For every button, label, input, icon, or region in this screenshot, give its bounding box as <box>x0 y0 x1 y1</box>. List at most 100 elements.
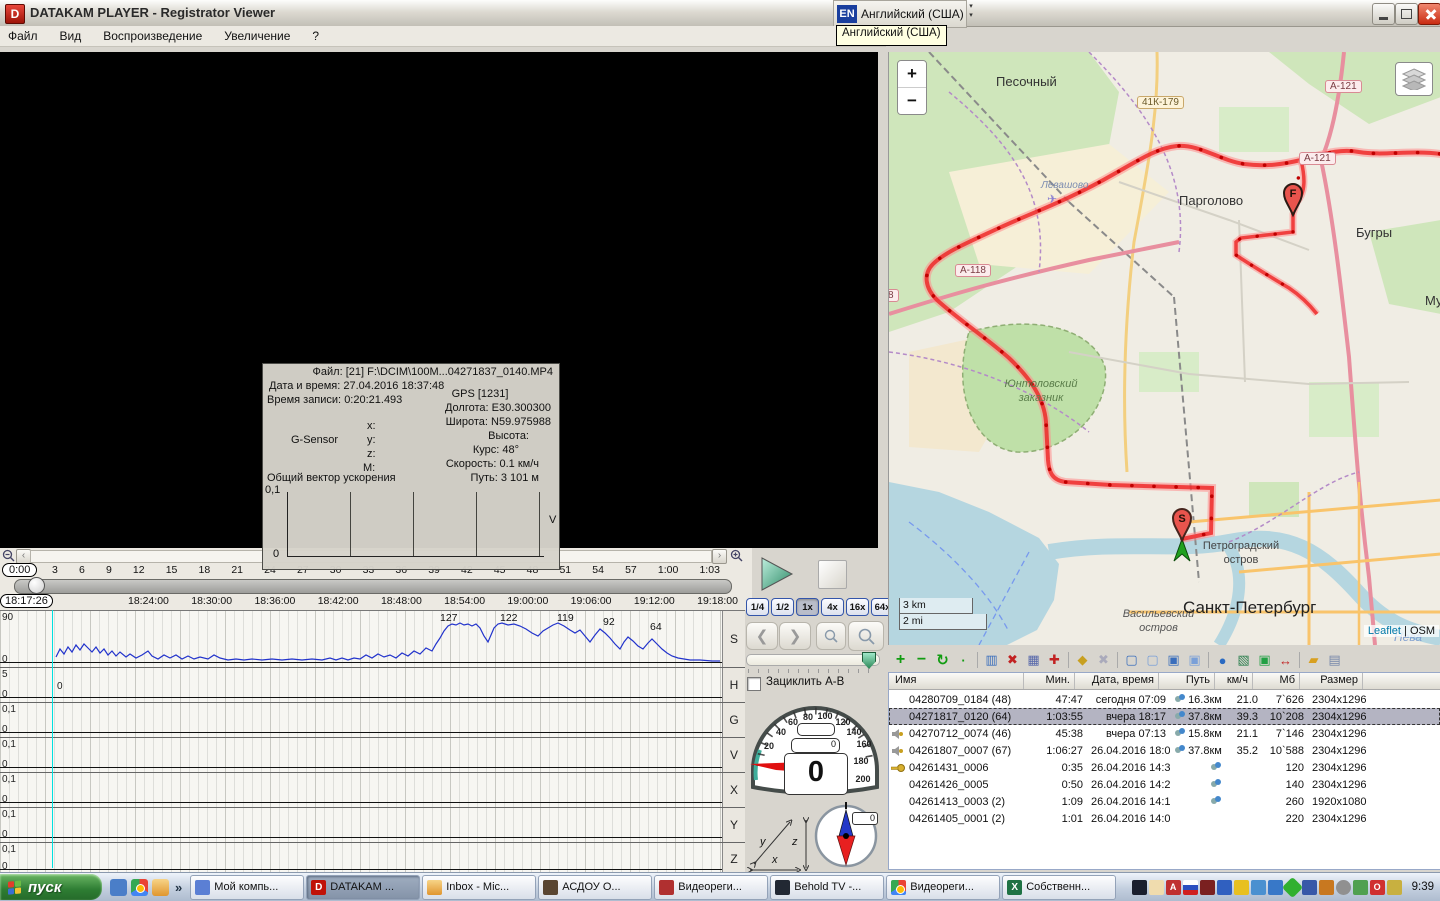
next-file-button[interactable]: ❯ <box>779 622 811 650</box>
add-file-button[interactable]: + <box>891 651 910 670</box>
timeline-scroll-right-button[interactable]: › <box>712 549 727 564</box>
map-zoom-out-button[interactable]: − <box>898 88 926 114</box>
speed-4x-button[interactable]: 4x <box>821 598 844 616</box>
repair-button[interactable]: ✚ <box>1045 651 1064 670</box>
table-row[interactable]: 04261807_0007 (67)1:06:2726.04.2016 18:0… <box>889 742 1440 759</box>
tray-window-icon[interactable] <box>1302 880 1317 895</box>
tray-mouse-icon[interactable] <box>1336 880 1351 895</box>
graph-row-y[interactable]: 0,1 0 Y <box>0 808 745 843</box>
language-code-badge[interactable]: EN <box>837 5 857 23</box>
tray-shield-icon[interactable] <box>1234 880 1249 895</box>
graph-row-x[interactable]: 0,1 0 X <box>0 773 745 808</box>
table-row[interactable]: 04261413_0003 (2)1:0926.04.2016 14:13 26… <box>889 793 1440 810</box>
task-asdou[interactable]: АСДОУ О... <box>538 875 652 900</box>
seek-handle[interactable] <box>28 577 45 594</box>
menu-view[interactable]: Вид <box>60 29 82 43</box>
speed-quarter-button[interactable]: 1/4 <box>746 598 769 616</box>
leaflet-link[interactable]: Leaflet <box>1368 625 1401 637</box>
graph-row-h[interactable]: 5 0 0 H <box>0 668 745 703</box>
remove-file-button[interactable]: − <box>912 651 931 670</box>
playhead-cursor[interactable] <box>52 610 53 868</box>
graph-row-speed[interactable]: 90 0 127 122 119 92 64 S <box>0 611 745 668</box>
layers-copy-button[interactable]: ▣ <box>1185 651 1204 670</box>
map-canvas[interactable]: S F <box>889 52 1440 645</box>
task-inbox[interactable]: Inbox - Mic... <box>422 875 536 900</box>
task-my-computer[interactable]: Мой компь... <box>190 875 304 900</box>
quicklaunch-outlook-icon[interactable] <box>152 879 169 896</box>
timeline-zoom-out-icon[interactable] <box>2 549 15 562</box>
tray-reminder-icon[interactable] <box>1149 880 1164 895</box>
more-button[interactable]: · <box>954 651 973 670</box>
map-panel[interactable]: S F Песочный Левашово ✈ Парголово Бугры … <box>888 52 1440 645</box>
selection-button[interactable]: ▢ <box>1143 651 1162 670</box>
table-row-selected[interactable]: 04271817_0120 (64)1:03:55вчера 18:17 37.… <box>889 708 1440 725</box>
map-layers-button[interactable] <box>1395 62 1433 96</box>
title-bar[interactable]: D DATAKAM PLAYER - Registrator Viewer <box>0 0 1440 27</box>
ab-range-slider[interactable] <box>746 654 880 666</box>
loop-ab-checkbox[interactable] <box>747 677 761 691</box>
tray-behold-icon[interactable] <box>1132 880 1147 895</box>
task-videoreg-1[interactable]: Видеореги... <box>654 875 768 900</box>
table-row[interactable]: 04261405_0001 (2)1:0126.04.2016 14:05220… <box>889 810 1440 827</box>
key-protect-button[interactable]: ◆ <box>1073 651 1092 670</box>
stop-button[interactable] <box>818 560 847 589</box>
graph-row-v[interactable]: 0,1 0 V <box>0 738 745 773</box>
col-kmh[interactable]: км/ч <box>1215 673 1253 689</box>
col-mb[interactable]: Мб <box>1253 673 1300 689</box>
folder-button[interactable]: ▰ <box>1304 651 1323 670</box>
tray-display-icon[interactable] <box>1251 880 1266 895</box>
map-zoom-in-button[interactable]: + <box>898 61 926 88</box>
track-chart-button[interactable]: ▧ <box>1234 651 1253 670</box>
seek-bar[interactable] <box>14 579 732 594</box>
graph-zoom-in-button[interactable] <box>848 621 884 651</box>
speed-16x-button[interactable]: 16x <box>846 598 869 616</box>
frame-add-button[interactable]: ▢ <box>1122 651 1141 670</box>
task-behold-tv[interactable]: Behold TV -... <box>770 875 884 900</box>
tray-tuner-icon[interactable] <box>1200 880 1215 895</box>
language-bar-options-icon[interactable]: ▾▾ <box>965 2 977 24</box>
timeline-scroll-left-button[interactable]: ‹ <box>16 549 31 564</box>
col-name[interactable]: Имя <box>889 673 1024 689</box>
image-export-button[interactable]: ▣ <box>1255 651 1274 670</box>
table-row[interactable]: 04261426_00050:5026.04.2016 14:27 140230… <box>889 776 1440 793</box>
play-button[interactable] <box>758 556 796 592</box>
tray-antivirus-icon[interactable] <box>1282 876 1303 897</box>
task-videoreg-2[interactable]: Видеореги... <box>886 875 1000 900</box>
speed-half-button[interactable]: 1/2 <box>771 598 794 616</box>
graph-row-g[interactable]: 0,1 0 G <box>0 703 745 738</box>
ab-slider-handle[interactable] <box>862 652 876 669</box>
tray-punto-icon[interactable]: A <box>1166 880 1181 895</box>
col-size[interactable]: Размер <box>1300 673 1363 689</box>
quicklaunch-overflow-chevron[interactable]: » <box>175 880 182 895</box>
copy-button[interactable]: ▥ <box>982 651 1001 670</box>
save-button[interactable]: ▦ <box>1024 651 1043 670</box>
start-button[interactable]: пуск <box>0 874 102 900</box>
tray-pen-icon[interactable] <box>1217 880 1232 895</box>
tray-wrench-icon[interactable] <box>1268 880 1283 895</box>
menu-playback[interactable]: Воспроизведение <box>103 29 202 43</box>
google-earth-button[interactable]: ● <box>1213 651 1232 670</box>
menu-zoom[interactable]: Увеличение <box>224 29 290 43</box>
table-row[interactable]: 04270712_0074 (46)45:38вчера 07:13 15.8к… <box>889 725 1440 742</box>
menu-help[interactable]: ? <box>312 29 319 43</box>
col-path[interactable]: Путь <box>1159 673 1215 689</box>
quicklaunch-chrome-icon[interactable] <box>131 879 148 896</box>
speed-1x-button[interactable]: 1x <box>796 598 819 616</box>
osm-link[interactable]: OSM <box>1410 625 1435 637</box>
report-button[interactable]: ▤ <box>1325 651 1344 670</box>
menu-file[interactable]: Файл <box>8 29 38 43</box>
refresh-button[interactable]: ↻ <box>933 651 952 670</box>
delete-button[interactable]: ✖ <box>1003 651 1022 670</box>
col-min[interactable]: Мин. <box>1024 673 1075 689</box>
col-date[interactable]: Дата, время <box>1075 673 1159 689</box>
tray-opera-icon[interactable]: O <box>1370 880 1385 895</box>
tray-key-icon[interactable] <box>1387 880 1402 895</box>
quicklaunch-explorer-icon[interactable] <box>110 879 127 896</box>
tray-ru-flag-icon[interactable] <box>1183 880 1198 895</box>
unprotect-button[interactable]: ✖ <box>1094 651 1113 670</box>
table-row[interactable]: 04280709_0184 (48)47:47сегодня 07:09 16.… <box>889 691 1440 708</box>
graph-row-z[interactable]: 0,1 0 Z <box>0 843 745 875</box>
language-bar[interactable]: EN Английский (США) <box>833 0 967 28</box>
tray-update-icon[interactable] <box>1353 880 1368 895</box>
previous-file-button[interactable]: ❮ <box>746 622 778 650</box>
